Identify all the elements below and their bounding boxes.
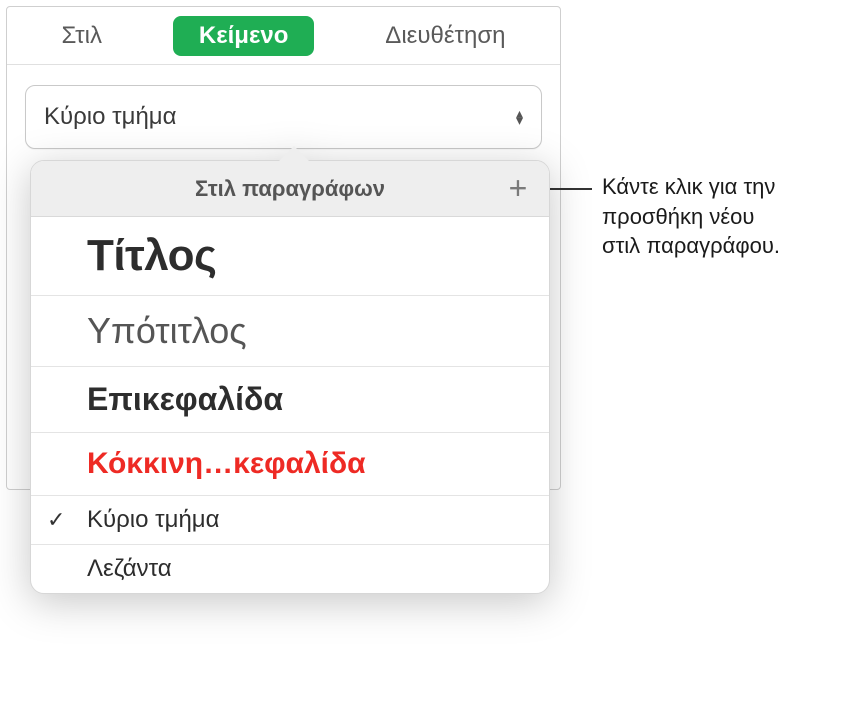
tab-text[interactable]: Κείμενο xyxy=(173,16,314,56)
popover-title: Στιλ παραγράφων xyxy=(195,176,385,202)
callout-text: Κάντε κλικ για την προσθήκη νέου στιλ πα… xyxy=(602,172,852,261)
plus-icon: + xyxy=(509,170,528,207)
popover-header: Στιλ παραγράφων + xyxy=(31,161,549,217)
add-style-button[interactable]: + xyxy=(501,172,535,206)
checkmark-icon: ✓ xyxy=(47,507,65,533)
callout-line2: προσθήκη νέου xyxy=(602,204,754,229)
style-item-title[interactable]: Τίτλος xyxy=(31,217,549,296)
style-item-red-heading[interactable]: Κόκκινη…κεφαλίδα xyxy=(31,433,549,496)
updown-chevron-icon: ▴ ▾ xyxy=(516,110,523,124)
callout-line1: Κάντε κλικ για την xyxy=(602,174,775,199)
popover-arrow-icon xyxy=(278,146,310,162)
style-list: Τίτλος Υπότιτλος Επικεφαλίδα Κόκκινη…κεφ… xyxy=(31,217,549,593)
paragraph-styles-popover: Στιλ παραγράφων + Τίτλος Υπότιτλος Επικε… xyxy=(30,160,550,594)
style-item-heading[interactable]: Επικεφαλίδα xyxy=(31,367,549,433)
style-item-subtitle[interactable]: Υπότιτλος xyxy=(31,296,549,367)
callout-line3: στιλ παραγράφου. xyxy=(602,233,780,258)
paragraph-style-selector[interactable]: Κύριο τμήμα ▴ ▾ xyxy=(25,85,542,149)
paragraph-style-current: Κύριο τμήμα xyxy=(44,103,177,131)
style-item-body-label: Κύριο τμήμα xyxy=(87,506,220,533)
style-item-caption[interactable]: Λεζάντα xyxy=(31,545,549,593)
style-item-body[interactable]: ✓ Κύριο τμήμα xyxy=(31,496,549,545)
tab-style[interactable]: Στιλ xyxy=(43,16,120,56)
tab-bar: Στιλ Κείμενο Διευθέτηση xyxy=(7,7,560,65)
tab-arrange[interactable]: Διευθέτηση xyxy=(367,16,523,56)
